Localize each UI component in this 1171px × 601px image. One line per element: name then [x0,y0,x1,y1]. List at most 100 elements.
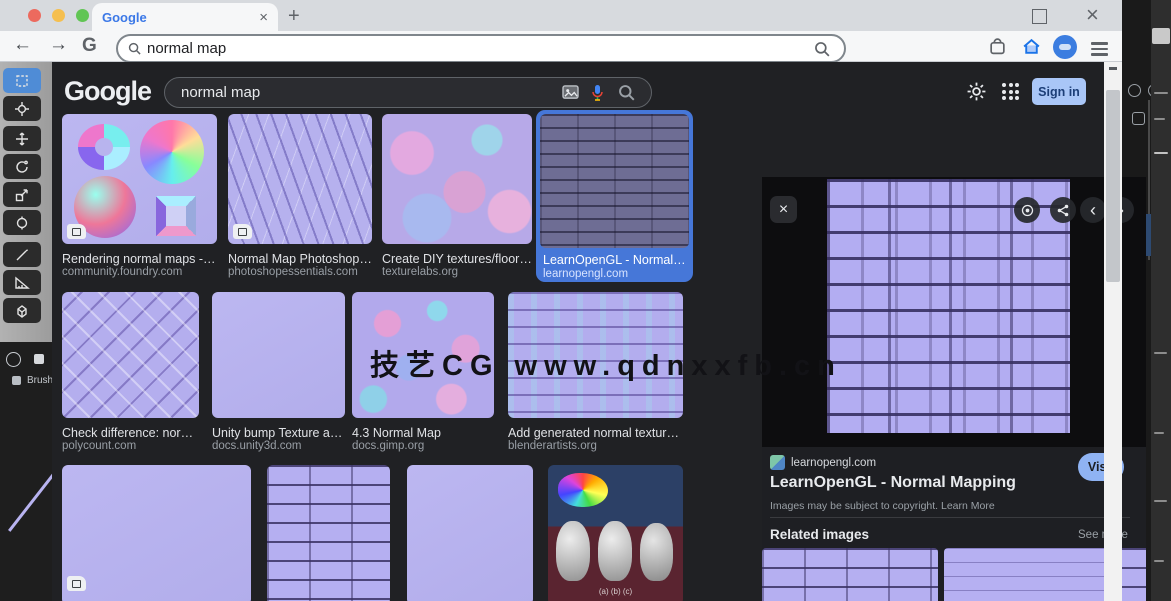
address-bar[interactable]: normal map [116,34,846,63]
scale-tool-button[interactable] [3,182,41,207]
image-result: Unity bump Texture and Normal ... docs.u… [212,292,345,452]
result-thumbnail[interactable] [267,465,390,601]
measure-tool-button[interactable] [3,270,41,295]
result-caption[interactable]: 4.3 Normal Map [352,426,494,440]
result-source: community.foundry.com [62,266,217,278]
google-logo[interactable]: Google [64,76,151,107]
licensable-badge-icon [67,576,86,591]
result-caption[interactable]: LearnOpenGL - Normal Mapping [543,253,686,267]
search-submit-icon[interactable] [618,84,635,101]
panel-text-fragment [1154,92,1168,94]
search-box[interactable]: normal map [164,77,652,108]
scrollbar-top-marker [1109,67,1117,70]
result-caption[interactable]: Create DIY textures/floor normal... [382,252,532,266]
transform-tool-button[interactable] [3,210,41,235]
share-button[interactable] [1050,197,1076,223]
result-caption[interactable]: Unity bump Texture and Normal ... [212,426,345,440]
browser-tab-bar: Google × + × [0,0,1122,31]
blender-header-button[interactable] [1152,28,1170,44]
blender-outliner-icon[interactable] [1128,84,1141,97]
result-caption[interactable]: Add generated normal textures map ... [508,426,683,440]
annotate-tool-button[interactable] [3,242,41,267]
panel-text-fragment [1154,560,1164,562]
voice-search-icon[interactable] [591,84,604,101]
tab-close-icon[interactable]: × [259,9,268,26]
screen: il [0,0,1171,601]
panel-copyright[interactable]: Images may be subject to copyright. Lear… [770,500,995,512]
rotate-tool-button[interactable] [3,154,41,179]
lens-button[interactable] [1014,197,1040,223]
image-result: Rendering normal maps - Beyond... commun… [62,114,217,278]
brush-icon[interactable] [12,376,21,385]
omnibox-go-search-icon[interactable] [814,41,830,57]
bevel-square-shape [156,196,196,236]
tab-title: Google [102,10,259,25]
profile-avatar[interactable] [1053,35,1077,59]
image-result [62,465,251,601]
panel-close-button[interactable]: × [770,196,797,223]
overlay-toggle-icon[interactable] [34,354,44,364]
sign-in-button[interactable]: Sign in [1032,78,1086,105]
page-scrollbar-thumb[interactable] [1106,90,1120,282]
image-search-icon[interactable] [562,85,579,100]
result-caption[interactable]: Check difference: normals from... [62,426,199,440]
licensable-badge-icon [233,224,252,239]
scale-icon [14,187,30,203]
panel-title[interactable]: LearnOpenGL - Normal Mapping [770,474,1016,492]
maximize-window-icon[interactable] [1032,9,1047,24]
new-tab-button[interactable]: + [288,5,300,28]
forward-icon[interactable]: → [49,34,68,56]
home-icon[interactable] [1022,37,1041,56]
google-apps-grid-icon[interactable] [1002,83,1019,100]
reload-icon[interactable]: G [82,35,97,57]
address-text[interactable]: normal map [147,40,814,57]
collections-bag-icon[interactable] [988,37,1007,56]
previous-image-button[interactable]: ‹ [1080,197,1106,223]
result-source: texturelabs.org [382,266,532,278]
back-icon[interactable]: ← [13,34,32,56]
page-scrollbar-track[interactable] [1104,62,1122,601]
minimize-window-traffic-light[interactable] [52,9,65,22]
panel-divider [770,517,1130,518]
browser-tab[interactable]: Google × [92,3,278,31]
cursor-icon [14,101,30,117]
result-caption[interactable]: Rendering normal maps - Beyond... [62,252,217,266]
related-thumbnail[interactable] [944,548,1108,601]
head-model [598,521,632,581]
figure-labels: (a) (b) (c) [548,587,683,596]
torus-shape [78,124,130,170]
result-thumbnail[interactable] [62,465,251,601]
result-thumbnail[interactable] [228,114,372,244]
normal-sphere-figure [558,473,608,507]
search-query[interactable]: normal map [181,84,562,101]
result-thumbnail[interactable] [540,114,689,248]
panel-text-fragment [1154,432,1164,434]
result-thumbnail[interactable] [407,465,533,601]
close-window-icon[interactable]: × [1086,2,1099,28]
cursor-tool-button[interactable] [3,96,41,121]
maximize-window-traffic-light[interactable] [76,9,89,22]
panel-text-fragment [1154,152,1168,154]
add-cube-tool-button[interactable] [3,298,41,323]
result-caption[interactable]: Normal Map Photoshop - Quick Tips [228,252,372,266]
image-result: Normal Map Photoshop - Quick Tips photos… [228,114,372,278]
result-thumbnail[interactable]: (a) (b) (c) [548,465,683,601]
move-icon [14,131,30,147]
select-box-tool-button[interactable] [3,68,41,93]
result-thumbnail[interactable] [212,292,345,418]
panel-site[interactable]: learnopengl.com [791,457,876,469]
close-window-traffic-light[interactable] [28,9,41,22]
related-thumbnail[interactable] [762,548,938,601]
result-source: docs.unity3d.com [212,440,345,452]
image-result-selected[interactable]: LearnOpenGL - Normal Mapping learnopengl… [536,110,693,282]
blender-toolbar-strip: Brush [0,62,52,601]
result-thumbnail[interactable] [382,114,532,244]
browser-menu-icon[interactable] [1091,39,1108,59]
gizmo-icon[interactable] [6,352,21,367]
result-thumbnail[interactable] [62,292,199,418]
settings-gear-icon[interactable] [966,81,987,102]
avatar-detail [1059,44,1071,50]
blender-collection-icon[interactable] [1132,112,1145,125]
move-tool-button[interactable] [3,126,41,151]
result-thumbnail[interactable] [62,114,217,244]
